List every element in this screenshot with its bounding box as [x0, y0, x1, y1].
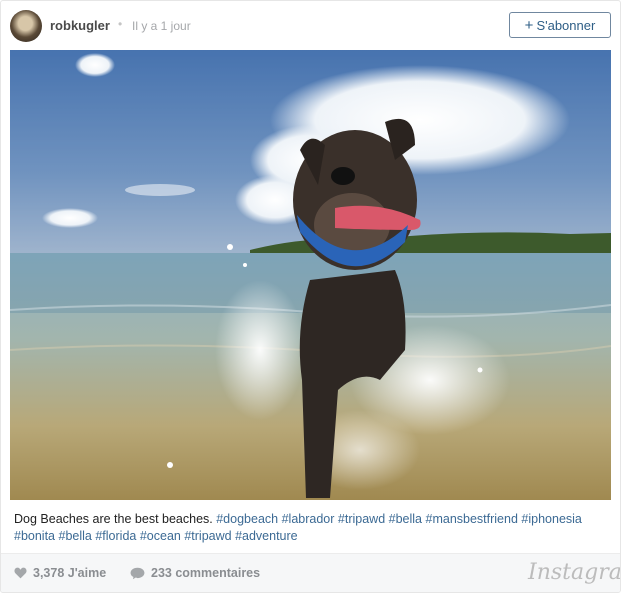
- follow-button-label: S'abonner: [536, 17, 596, 33]
- hashtag[interactable]: #bella: [59, 529, 92, 543]
- hashtag[interactable]: #tripawd: [338, 512, 385, 526]
- comments-label: 233 commentaires: [151, 566, 261, 580]
- hashtag[interactable]: #bella: [389, 512, 422, 526]
- follow-button[interactable]: + S'abonner: [509, 12, 611, 38]
- caption-text: Dog Beaches are the best beaches.: [14, 512, 213, 526]
- user-avatar[interactable]: [10, 10, 42, 42]
- comments-count[interactable]: 233 commentaires: [130, 566, 260, 580]
- hashtag[interactable]: #iphonesia: [521, 512, 581, 526]
- hashtag[interactable]: #ocean: [140, 529, 181, 543]
- post-timestamp[interactable]: Il y a 1 jour: [132, 19, 191, 33]
- post-footer: 3,378 J'aime 233 commentaires Instagram: [1, 553, 620, 592]
- post-caption: Dog Beaches are the best beaches. #dogbe…: [14, 511, 609, 545]
- username-link[interactable]: robkugler: [50, 18, 110, 33]
- likes-count[interactable]: 3,378 J'aime: [14, 566, 106, 580]
- hashtag[interactable]: #adventure: [235, 529, 298, 543]
- post-photo[interactable]: [10, 50, 611, 500]
- hashtag[interactable]: #labrador: [282, 512, 335, 526]
- dog-beach-photo: [10, 50, 611, 500]
- hashtag[interactable]: #bonita: [14, 529, 55, 543]
- likes-label: 3,378 J'aime: [33, 566, 107, 580]
- comment-bubble-icon: [130, 567, 145, 579]
- post-header: robkugler • Il y a 1 jour + S'abonner: [1, 1, 620, 51]
- hashtag[interactable]: #florida: [95, 529, 136, 543]
- separator-dot: •: [118, 17, 123, 31]
- hashtag[interactable]: #dogbeach: [216, 512, 278, 526]
- instagram-logo[interactable]: Instagram: [528, 560, 620, 585]
- hashtag[interactable]: #tripawd: [184, 529, 231, 543]
- hashtag[interactable]: #mansbestfriend: [426, 512, 518, 526]
- instagram-embed-card: robkugler • Il y a 1 jour + S'abonner Do…: [0, 0, 621, 593]
- heart-icon: [14, 567, 27, 579]
- plus-icon: +: [524, 16, 534, 34]
